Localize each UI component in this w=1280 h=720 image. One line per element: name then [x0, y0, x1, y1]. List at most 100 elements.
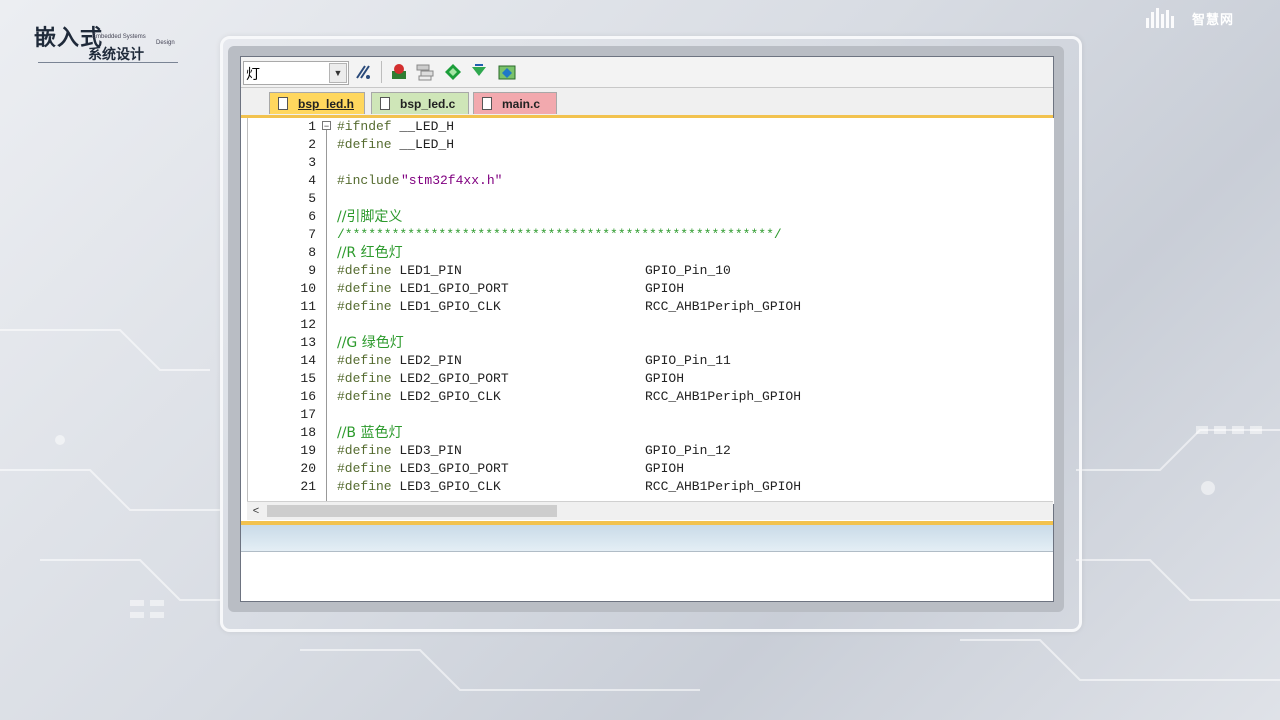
code-line: 7 /**************************************… [248, 226, 1054, 244]
file-tabs: bsp_led.h bsp_led.c main.c [241, 88, 1053, 118]
watermark-text: 智慧网 [1192, 13, 1235, 28]
chevron-down-icon[interactable]: ▼ [329, 63, 347, 83]
logo-underline [38, 62, 178, 63]
toolbar: 灯 ▼ [241, 57, 1053, 88]
code-line: 12 [248, 316, 1054, 334]
code-text: #define LED3_GPIO_CLK [337, 478, 501, 496]
code-identifier: LED1_GPIO_CLK [391, 299, 501, 314]
code-value: GPIO_Pin_12 [645, 443, 731, 458]
code-text: #ifndef __LED_H [337, 118, 454, 136]
code-directive: #define [337, 443, 392, 458]
logo-text-en-design: Design [156, 40, 175, 46]
breakpoint-insert-icon[interactable] [389, 62, 409, 82]
line-number: 3 [308, 155, 316, 170]
code-line: 4 #include "stm32f4xx.h" [248, 172, 1054, 190]
code-text: #include [337, 172, 399, 190]
code-text: #define LED3_PIN [337, 442, 462, 460]
toolbar-separator [381, 61, 382, 83]
code-directive: #define [337, 281, 392, 296]
line-number: 5 [308, 191, 316, 206]
output-panel [241, 552, 1053, 601]
line-number: 12 [300, 317, 316, 332]
find-in-files-icon[interactable] [353, 62, 373, 82]
code-directive: #include [337, 173, 400, 188]
code-directive: #define [337, 389, 392, 404]
file-icon [278, 97, 288, 110]
tab-label: main.c [502, 97, 541, 111]
code-editor[interactable]: − 1 #ifndef __LED_H 2 #define __LED_H 3 4 #inc… [247, 118, 1054, 504]
code-comment: //引脚定义 [337, 209, 403, 225]
tab-bsp-led-h[interactable]: bsp_led.h [269, 92, 365, 114]
tab-label: bsp_led.h [298, 97, 355, 111]
code-comment: /***************************************… [337, 227, 782, 242]
find-combo-value: 灯 [246, 67, 260, 83]
ide-window: 灯 ▼ bsp_led.h bsp_led.c main.c − 1 #ifnd… [240, 56, 1054, 602]
step-icon[interactable] [469, 62, 489, 82]
scrollbar-thumb[interactable] [267, 505, 557, 517]
code-line: 15 #define LED2_GPIO_PORT GPIOH [248, 370, 1054, 388]
line-number: 20 [300, 461, 316, 476]
line-number: 4 [308, 173, 316, 188]
file-icon [380, 97, 390, 110]
code-identifier: LED1_PIN [391, 263, 462, 278]
code-text: #define LED2_GPIO_CLK [337, 388, 501, 406]
code-text: #define LED1_PIN [337, 262, 462, 280]
code-directive: #define [337, 461, 392, 476]
code-text: #define LED1_GPIO_PORT [337, 280, 509, 298]
code-value: GPIOH [645, 281, 685, 296]
code-line: 10 #define LED1_GPIO_PORT GPIOH [248, 280, 1054, 298]
line-number: 16 [300, 389, 316, 404]
code-line: 1 #ifndef __LED_H [248, 118, 1054, 136]
scroll-left-icon[interactable]: < [249, 504, 263, 518]
line-number: 14 [300, 353, 316, 368]
line-number: 10 [300, 281, 316, 296]
tab-bsp-led-c[interactable]: bsp_led.c [371, 92, 469, 114]
line-number: 7 [308, 227, 316, 242]
code-value: GPIO_Pin_10 [645, 263, 731, 278]
code-text: #define __LED_H [337, 136, 454, 154]
configure-icon[interactable] [497, 62, 517, 82]
line-number: 17 [300, 407, 316, 422]
code-identifier: LED3_GPIO_PORT [391, 461, 509, 476]
code-directive: #define [337, 353, 392, 368]
code-identifier: LED2_GPIO_PORT [391, 371, 509, 386]
code-line: 17 [248, 406, 1054, 424]
code-line: 14 #define LED2_PIN GPIO_Pin_11 [248, 352, 1054, 370]
code-line: 6 //引脚定义 [248, 208, 1054, 226]
code-directive: #define [337, 479, 392, 494]
line-number: 18 [300, 425, 316, 440]
code-value: RCC_AHB1Periph_GPIOH [645, 479, 802, 494]
code-directive: #define [337, 263, 392, 278]
code-directive: #define [337, 299, 392, 314]
code-text: #define LED2_PIN [337, 352, 462, 370]
code-line: 3 [248, 154, 1054, 172]
tab-main-c[interactable]: main.c [473, 92, 557, 114]
code-comment: //R 红色灯 [337, 245, 403, 261]
code-identifier: LED3_GPIO_CLK [391, 479, 501, 494]
code-line: 13 //G 绿色灯 [248, 334, 1054, 352]
line-number: 15 [300, 371, 316, 386]
horizontal-scrollbar[interactable]: < [247, 501, 1053, 520]
code-identifier: LED3_PIN [391, 443, 462, 458]
run-diamond-icon[interactable] [443, 62, 463, 82]
code-identifier: __LED_H [391, 119, 455, 134]
code-line: 20 #define LED3_GPIO_PORT GPIOH [248, 460, 1054, 478]
code-line: 2 #define __LED_H [248, 136, 1054, 154]
code-identifier: LED1_GPIO_PORT [391, 281, 509, 296]
code-value: "stm32f4xx.h" [401, 173, 503, 188]
line-number: 11 [300, 299, 316, 314]
code-line: 18 //B 蓝色灯 [248, 424, 1054, 442]
find-combo[interactable]: 灯 ▼ [243, 61, 349, 85]
code-line: 9 #define LED1_PIN GPIO_Pin_10 [248, 262, 1054, 280]
code-line: 16 #define LED2_GPIO_CLK RCC_AHB1Periph_GP… [248, 388, 1054, 406]
code-value: GPIO_Pin_11 [645, 353, 731, 368]
line-number: 19 [300, 443, 316, 458]
line-number: 2 [308, 137, 316, 152]
line-number: 6 [308, 209, 316, 224]
logo-text-sub: 系统设计 [88, 47, 144, 63]
code-value: RCC_AHB1Periph_GPIOH [645, 299, 802, 314]
code-line: 11 #define LED1_GPIO_CLK RCC_AHB1Periph_GP… [248, 298, 1054, 316]
file-icon [482, 97, 492, 110]
line-number: 21 [300, 479, 316, 494]
breakpoint-list-icon[interactable] [415, 62, 435, 82]
